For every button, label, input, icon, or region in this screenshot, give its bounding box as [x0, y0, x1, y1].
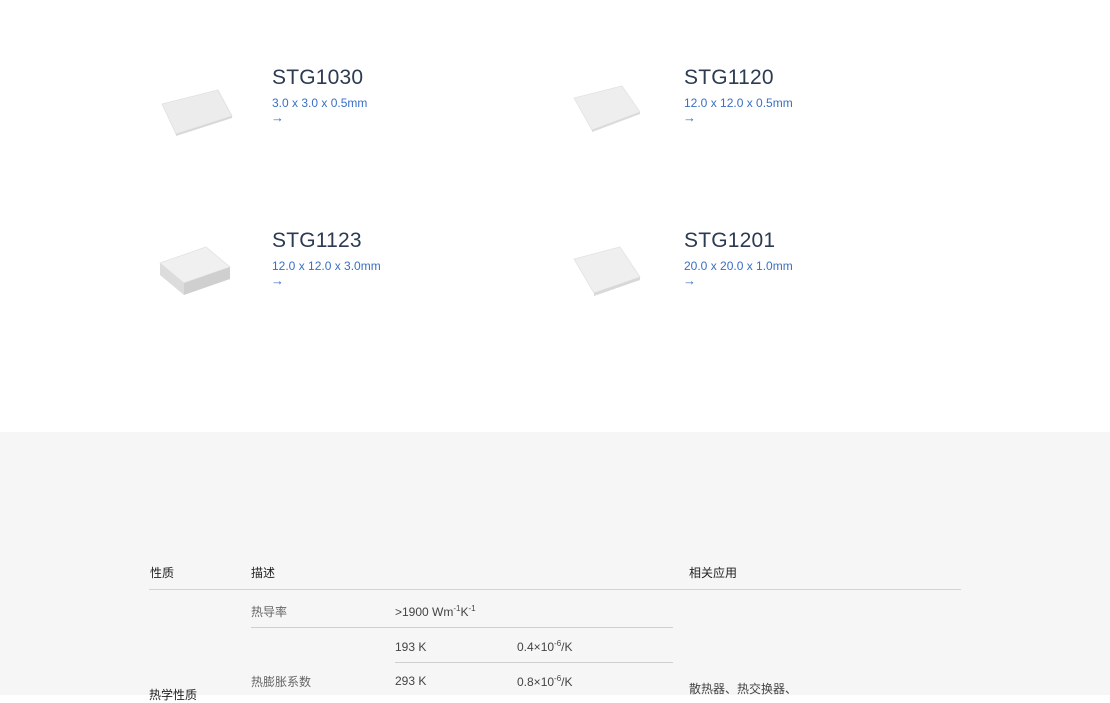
properties-section: 性质 描述 相关应用 热导率 >1900 Wm-1K-1 193 K 0.4×1… [0, 432, 1110, 702]
product-card-stg1201[interactable]: STG1201 20.0 x 20.0 x 1.0mm → [562, 229, 922, 319]
product-dimensions: 12.0 x 12.0 x 3.0mm [272, 259, 381, 273]
product-dimensions: 12.0 x 12.0 x 0.5mm [684, 96, 793, 110]
arrow-right-icon[interactable]: → [683, 111, 696, 125]
applications-text: 散热器、热交换器、 [689, 682, 798, 696]
arrow-right-icon[interactable]: → [683, 274, 696, 288]
arrow-right-icon[interactable]: → [271, 274, 284, 288]
product-dimensions: 3.0 x 3.0 x 0.5mm [272, 96, 368, 110]
diamond-plate-image [159, 246, 231, 295]
header-applications: 相关应用 [689, 566, 738, 580]
expansion-coef-293: 0.8×10-6/K [517, 674, 573, 690]
thermal-conductivity-value: >1900 Wm-1K-1 [395, 604, 476, 620]
arrow-right-icon[interactable]: → [271, 111, 284, 125]
product-card-stg1030[interactable]: STG1030 3.0 x 3.0 x 0.5mm → [150, 66, 510, 156]
product-card-stg1120[interactable]: STG1120 12.0 x 12.0 x 0.5mm → [562, 66, 922, 156]
header-description: 描述 [251, 566, 276, 580]
header-property: 性质 [150, 566, 175, 580]
expansion-temp-193: 193 K [395, 640, 427, 654]
product-name[interactable]: STG1123 [272, 229, 362, 253]
product-name[interactable]: STG1201 [684, 229, 775, 253]
product-dimensions: 20.0 x 20.0 x 1.0mm [684, 259, 793, 273]
product-card-stg1123[interactable]: STG1123 12.0 x 12.0 x 3.0mm → [150, 229, 510, 319]
row-divider [251, 627, 673, 628]
expansion-temp-293: 293 K [395, 674, 427, 688]
thermal-expansion-label: 热膨胀系数 [251, 675, 312, 689]
row-divider [395, 662, 673, 663]
diamond-plate-image [161, 89, 233, 136]
diamond-plate-image [573, 85, 641, 132]
header-divider [149, 589, 961, 590]
product-grid: STG1030 3.0 x 3.0 x 0.5mm → STG1120 12.0… [0, 0, 1110, 432]
expansion-coef-193: 0.4×10-6/K [517, 639, 573, 655]
product-name[interactable]: STG1030 [272, 66, 363, 90]
thermal-conductivity-label: 热导率 [251, 605, 288, 619]
product-name[interactable]: STG1120 [684, 66, 774, 90]
diamond-plate-image [573, 246, 641, 296]
